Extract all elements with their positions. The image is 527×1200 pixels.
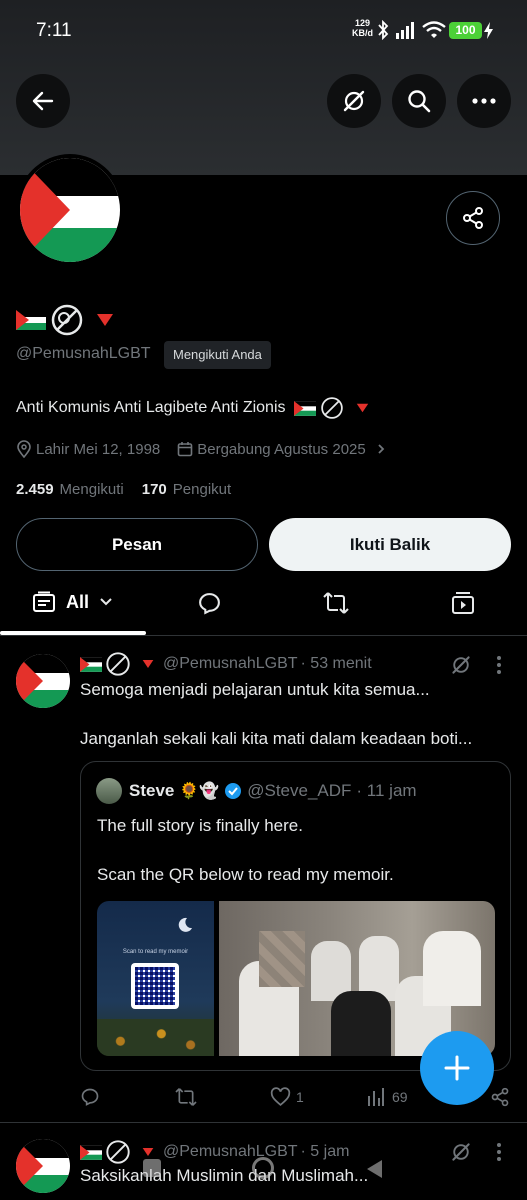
system-nav-bar <box>0 1150 527 1200</box>
palestine-flag-icon <box>80 656 102 672</box>
signal-icon <box>396 22 414 39</box>
wifi-icon <box>422 21 446 38</box>
quoted-name: Steve <box>129 781 175 800</box>
share-icon[interactable] <box>490 1087 510 1107</box>
quoted-text-line1: The full story is finally here. <box>97 816 303 835</box>
plus-icon <box>444 1055 470 1081</box>
calendar-icon <box>177 442 193 457</box>
birthday-location-icon <box>17 440 31 458</box>
red-triangle-icon <box>356 403 368 413</box>
following-count[interactable]: 2.459 <box>16 481 54 498</box>
search-icon <box>408 90 431 113</box>
pixelated-face <box>259 931 305 987</box>
bluetooth-icon <box>378 20 389 40</box>
following-label[interactable]: Mengikuti <box>60 481 124 498</box>
verified-badge-icon <box>225 783 242 799</box>
network-speed: 129 KB/d <box>352 18 373 38</box>
back-button[interactable] <box>16 74 70 128</box>
timeline-icon <box>33 591 55 612</box>
red-triangle-icon <box>97 314 113 326</box>
quoted-emojis: 🌻👻 <box>179 783 220 800</box>
back-nav-button[interactable] <box>364 1158 384 1180</box>
display-name <box>16 304 114 336</box>
like-count: 1 <box>296 1089 304 1105</box>
post-more-icon[interactable] <box>496 655 502 675</box>
followers-count[interactable]: 170 <box>142 481 167 498</box>
repost-icon[interactable] <box>175 1087 197 1107</box>
quoted-header: Steve 🌻👻 @Steve_ADF · 11 jam <box>129 779 417 803</box>
grok-icon[interactable] <box>450 654 472 676</box>
reply-icon[interactable] <box>80 1087 100 1107</box>
palestine-flag-icon <box>16 310 46 330</box>
photo-person <box>331 991 391 1056</box>
profile-avatar[interactable] <box>16 154 124 266</box>
qr-code <box>131 963 179 1009</box>
home-button[interactable] <box>252 1157 274 1179</box>
more-horizontal-icon <box>472 98 496 104</box>
quoted-avatar <box>96 778 122 804</box>
qr-poster-image[interactable]: Scan to read my memoir <box>97 901 214 1056</box>
clock: 7:11 <box>36 20 72 41</box>
profile-tabs: All <box>0 580 527 636</box>
follow-back-button[interactable]: Ikuti Balik <box>269 518 511 571</box>
birth-date: Lahir Mei 12, 1998 <box>36 440 161 458</box>
palestine-flag-avatar <box>20 158 120 262</box>
post-text-line1: Semoga menjadi pelajaran untuk kita semu… <box>80 680 430 699</box>
moon-icon <box>178 917 192 932</box>
profile-meta: Lahir Mei 12, 1998 Bergabung Agustus 202… <box>16 439 386 459</box>
tabs-divider <box>0 635 527 636</box>
chevron-right-icon[interactable] <box>376 443 386 455</box>
qr-caption: Scan to read my memoir <box>122 949 189 955</box>
post-avatar[interactable] <box>16 654 70 708</box>
bio-text: Anti Komunis Anti Lagibete Anti Zionis <box>16 399 286 416</box>
recents-button[interactable] <box>143 1159 161 1177</box>
grok-icon <box>343 90 365 112</box>
prohibited-symbol-icon <box>106 652 130 676</box>
chevron-down-icon[interactable] <box>99 597 113 607</box>
quoted-text-line2: Scan the QR below to read my memoir. <box>97 865 394 884</box>
view-count: 69 <box>392 1089 408 1105</box>
join-date: Bergabung Agustus 2025 <box>197 440 366 458</box>
post-header: @PemusnahLGBT · 53 menit <box>80 652 372 676</box>
prohibited-symbol-icon <box>320 397 343 419</box>
quoted-time: · 11 jam <box>356 781 417 800</box>
like-icon[interactable] <box>270 1087 291 1107</box>
followers-label[interactable]: Pengikut <box>173 481 231 498</box>
prohibited-symbol-icon <box>51 304 83 336</box>
media-tab-icon[interactable] <box>451 591 475 615</box>
replies-tab-icon[interactable] <box>197 591 222 616</box>
charging-icon <box>484 22 493 39</box>
post-divider <box>0 1122 527 1123</box>
grok-button[interactable] <box>327 74 381 128</box>
post-handle[interactable]: @PemusnahLGBT <box>163 655 298 673</box>
quoted-post-card[interactable]: Steve 🌻👻 @Steve_ADF · 11 jam The full st… <box>80 761 511 1071</box>
follow-stats: 2.459 Mengikuti 170 Pengikut <box>16 481 231 498</box>
tab-all[interactable]: All <box>32 591 113 613</box>
red-triangle-icon <box>142 660 154 668</box>
search-button[interactable] <box>392 74 446 128</box>
follows-you-badge: Mengikuti Anda <box>164 341 271 369</box>
palestine-flag-avatar <box>16 654 70 708</box>
message-button[interactable]: Pesan <box>16 518 258 571</box>
post-text-line2: Janganlah sekali kali kita mati dalam ke… <box>80 729 473 748</box>
palestine-flag-icon <box>293 400 316 416</box>
sunflowers-decoration <box>97 1019 214 1056</box>
share-icon <box>463 207 483 229</box>
photo-person <box>423 931 481 1006</box>
profile-handle: @PemusnahLGBT <box>16 345 151 362</box>
share-profile-button[interactable] <box>446 191 500 245</box>
views-icon[interactable] <box>367 1087 385 1107</box>
more-button[interactable] <box>457 74 511 128</box>
profile-bio: Anti Komunis Anti Lagibete Anti Zionis <box>16 396 369 420</box>
post-time: · 53 menit <box>300 655 372 672</box>
reposts-tab-icon[interactable] <box>323 591 349 615</box>
compose-button[interactable] <box>420 1031 494 1105</box>
battery-indicator: 100 <box>449 22 482 39</box>
tab-all-label: All <box>66 591 90 612</box>
quoted-handle: @Steve_ADF <box>247 781 352 800</box>
arrow-left-icon <box>32 91 54 111</box>
status-bar: 7:11 129 KB/d 100 <box>0 0 527 62</box>
